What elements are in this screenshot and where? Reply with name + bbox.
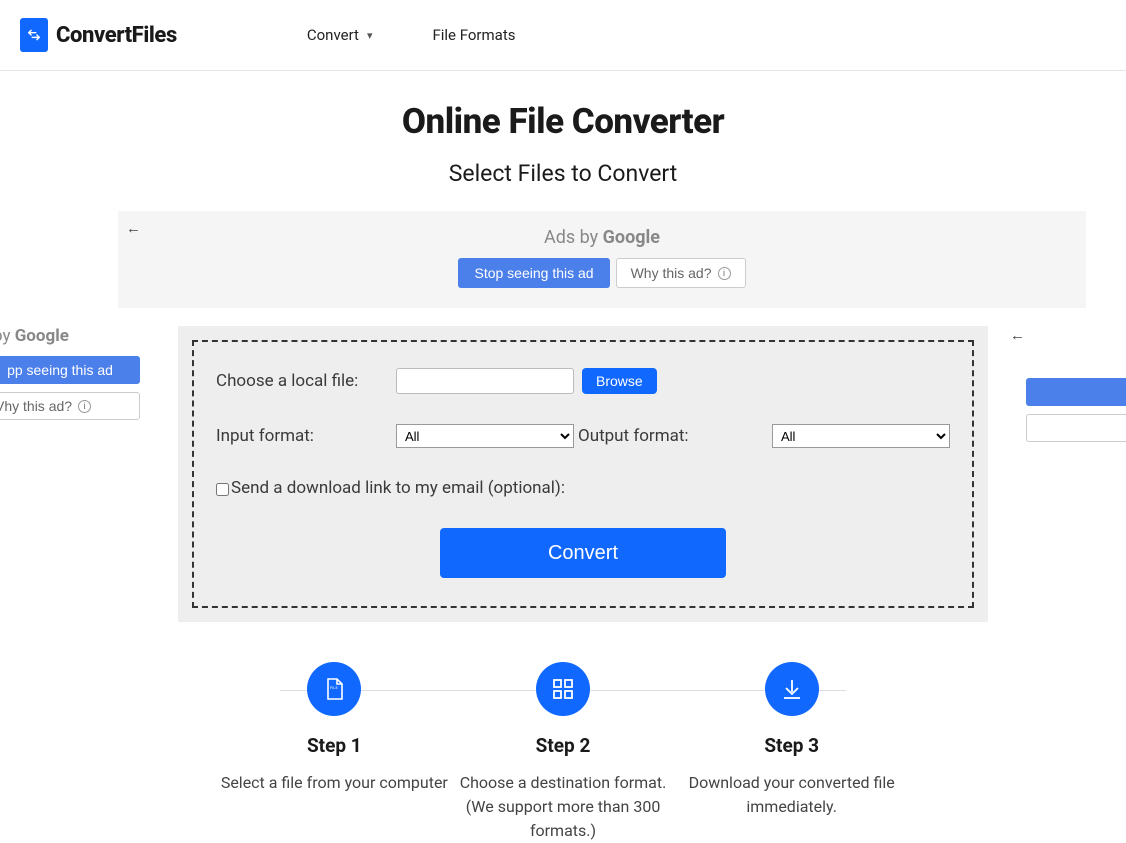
step-2-title: Step 2 <box>449 734 678 757</box>
step-3-desc: Download your converted file immediately… <box>677 771 906 819</box>
ad-banner-top: ← Ads by Google Stop seeing this ad Why … <box>118 211 1086 308</box>
stop-ad-button[interactable]: Stop seeing this ad <box>458 258 609 288</box>
logo[interactable]: ConvertFiles <box>20 18 177 52</box>
grid-icon <box>536 662 590 716</box>
step-3-title: Step 3 <box>677 734 906 757</box>
step-2-desc: Choose a destination format. (We support… <box>449 771 678 843</box>
input-format-select[interactable]: All <box>396 424 574 448</box>
step-3: Step 3 Download your converted file imme… <box>677 662 906 819</box>
why-ad-button-left[interactable]: Vhy this ad? i <box>0 392 140 420</box>
why-ad-button-right[interactable]: W <box>1026 414 1126 442</box>
logo-icon <box>20 18 48 52</box>
step-1-title: Step 1 <box>220 734 449 757</box>
why-ad-left-label: Vhy this ad? <box>0 398 72 414</box>
step-1-desc: Select a file from your computer <box>220 771 449 795</box>
ads-by-left-brand: Google <box>15 326 69 346</box>
output-format-select[interactable]: All <box>772 424 950 448</box>
converter-dropzone[interactable]: Choose a local file: Browse Input format… <box>192 340 974 608</box>
ads-by-label-right: Ads <box>1006 348 1126 368</box>
why-ad-label: Why this ad? <box>631 265 712 281</box>
convert-button[interactable]: Convert <box>440 528 726 578</box>
email-row: Send a download link to my email (option… <box>216 478 950 498</box>
ad-sidebar-right: ← Ads Sto W <box>1006 326 1126 622</box>
arrow-left-icon[interactable]: ← <box>126 219 141 237</box>
choose-file-label: Choose a local file: <box>216 371 396 391</box>
file-icon: FILE <box>307 662 361 716</box>
ads-by-prefix: Ads by <box>544 227 603 248</box>
page-subtitle: Select Files to Convert <box>0 160 1126 187</box>
page-title: Online File Converter <box>0 101 1126 142</box>
main-panel-row: s by Google pp seeing this ad Vhy this a… <box>0 326 1126 622</box>
ads-by-label-left: s by Google <box>0 326 160 346</box>
stop-ad-button-right[interactable]: Sto <box>1026 378 1126 406</box>
nav-convert[interactable]: Convert ▾ <box>307 26 373 44</box>
output-format-label: Output format: <box>578 426 689 446</box>
input-format-label: Input format: <box>216 426 396 446</box>
nav-convert-label: Convert <box>307 26 359 44</box>
stop-ad-button-left[interactable]: pp seeing this ad <box>0 356 140 384</box>
why-ad-button[interactable]: Why this ad? i <box>616 258 746 288</box>
email-checkbox[interactable] <box>216 483 229 496</box>
steps-section: FILE Step 1 Select a file from your comp… <box>220 662 906 843</box>
arrow-left-icon[interactable]: ← <box>1006 326 1126 344</box>
brand-name: ConvertFiles <box>56 23 177 48</box>
ad-buttons: Stop seeing this ad Why this ad? i <box>118 258 1086 288</box>
nav-file-formats-label: File Formats <box>432 26 515 44</box>
header: ConvertFiles Convert ▾ File Formats <box>0 0 1126 71</box>
nav-file-formats[interactable]: File Formats <box>432 26 515 44</box>
ads-by-left-prefix: s by <box>0 326 15 346</box>
file-path-input[interactable] <box>396 368 574 394</box>
chevron-down-icon: ▾ <box>367 29 373 42</box>
browse-button[interactable]: Browse <box>582 368 657 394</box>
file-row: Choose a local file: Browse <box>216 368 950 394</box>
info-icon: i <box>718 267 731 280</box>
info-icon: i <box>78 400 91 413</box>
converter-panel: Choose a local file: Browse Input format… <box>178 326 988 622</box>
ads-by-brand: Google <box>603 227 660 248</box>
svg-text:FILE: FILE <box>330 685 338 690</box>
format-row: Input format: All Output format: All <box>216 424 950 448</box>
step-2: Step 2 Choose a destination format. (We … <box>449 662 678 843</box>
email-checkbox-label: Send a download link to my email (option… <box>231 478 565 498</box>
step-1: FILE Step 1 Select a file from your comp… <box>220 662 449 795</box>
main-nav: Convert ▾ File Formats <box>307 26 516 44</box>
ads-by-label: Ads by Google <box>118 227 1086 248</box>
download-icon <box>765 662 819 716</box>
hero: Online File Converter Select Files to Co… <box>0 101 1126 187</box>
ad-sidebar-left: s by Google pp seeing this ad Vhy this a… <box>0 326 160 622</box>
